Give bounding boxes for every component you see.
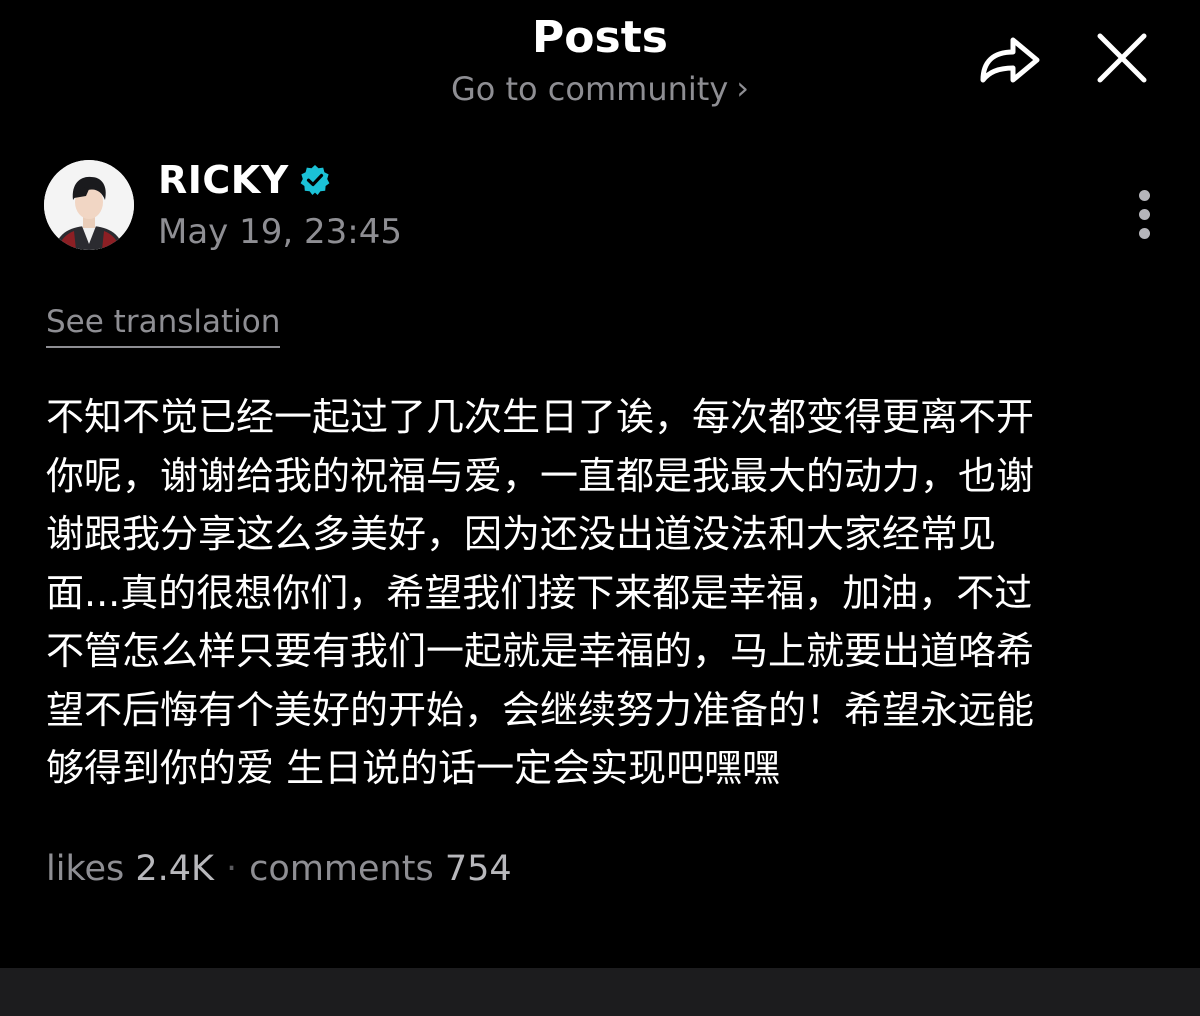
more-options-button[interactable]: [1116, 176, 1172, 252]
more-vertical-icon: [1138, 189, 1150, 201]
author-name-row[interactable]: RICKY: [158, 156, 331, 204]
post-body-line: 你呢，谢谢给我的祝福与爱，一直都是我最大的动力，也谢: [46, 453, 1035, 498]
bottom-divider-bar: [0, 968, 1200, 1016]
see-translation-link[interactable]: See translation: [46, 302, 281, 348]
post-body-line: 面...真的很想你们，希望我们接下来都是幸福，加油，不过: [46, 570, 1033, 615]
chevron-right-icon: ›: [736, 69, 750, 107]
post-body-line: 够得到你的爱 生日说的话一定会实现吧嘿嘿: [46, 746, 781, 790]
likes-value: 2.4K: [135, 849, 215, 889]
post-body-line: 望不后悔有个美好的开始，会继续努力准备的！希望永远能: [46, 687, 1035, 732]
post-body-line: 不知不觉已经一起过了几次生日了诶，每次都变得更离不开: [46, 395, 1035, 439]
close-button[interactable]: [1086, 22, 1158, 94]
post-stats: likes 2.4K · comments 754: [46, 846, 512, 892]
go-to-community-label: Go to community: [450, 70, 729, 108]
avatar-portrait-image: [44, 160, 134, 250]
comments-count[interactable]: comments 754: [249, 849, 511, 889]
likes-label: likes: [46, 849, 125, 889]
close-icon: [1097, 33, 1147, 83]
more-dot: [1138, 227, 1150, 239]
post-timestamp: May 19, 23:45: [158, 212, 402, 252]
share-button[interactable]: [974, 22, 1046, 94]
share-icon: [980, 37, 1040, 83]
post-body-line: 谢跟我分享这么多美好，因为还没出道没法和大家经常见: [46, 512, 997, 556]
comments-label: comments: [249, 849, 434, 889]
comments-value: 754: [444, 849, 512, 889]
author-name: RICKY: [158, 158, 289, 202]
stats-separator: ·: [226, 849, 238, 889]
verified-badge-icon: [299, 164, 331, 196]
top-nav-bar: Posts Go to community ›: [0, 0, 1200, 130]
post-body-line: 不管怎么样只要有我们一起就是幸福的，马上就要出道咯希: [46, 629, 1035, 673]
author-avatar[interactable]: [44, 160, 134, 250]
post-body-text: 不知不觉已经一起过了几次生日了诶，每次都变得更离不开 你呢，谢谢给我的祝福与爱，…: [46, 388, 1138, 798]
likes-count[interactable]: likes 2.4K: [46, 849, 214, 889]
more-dot: [1138, 208, 1150, 220]
